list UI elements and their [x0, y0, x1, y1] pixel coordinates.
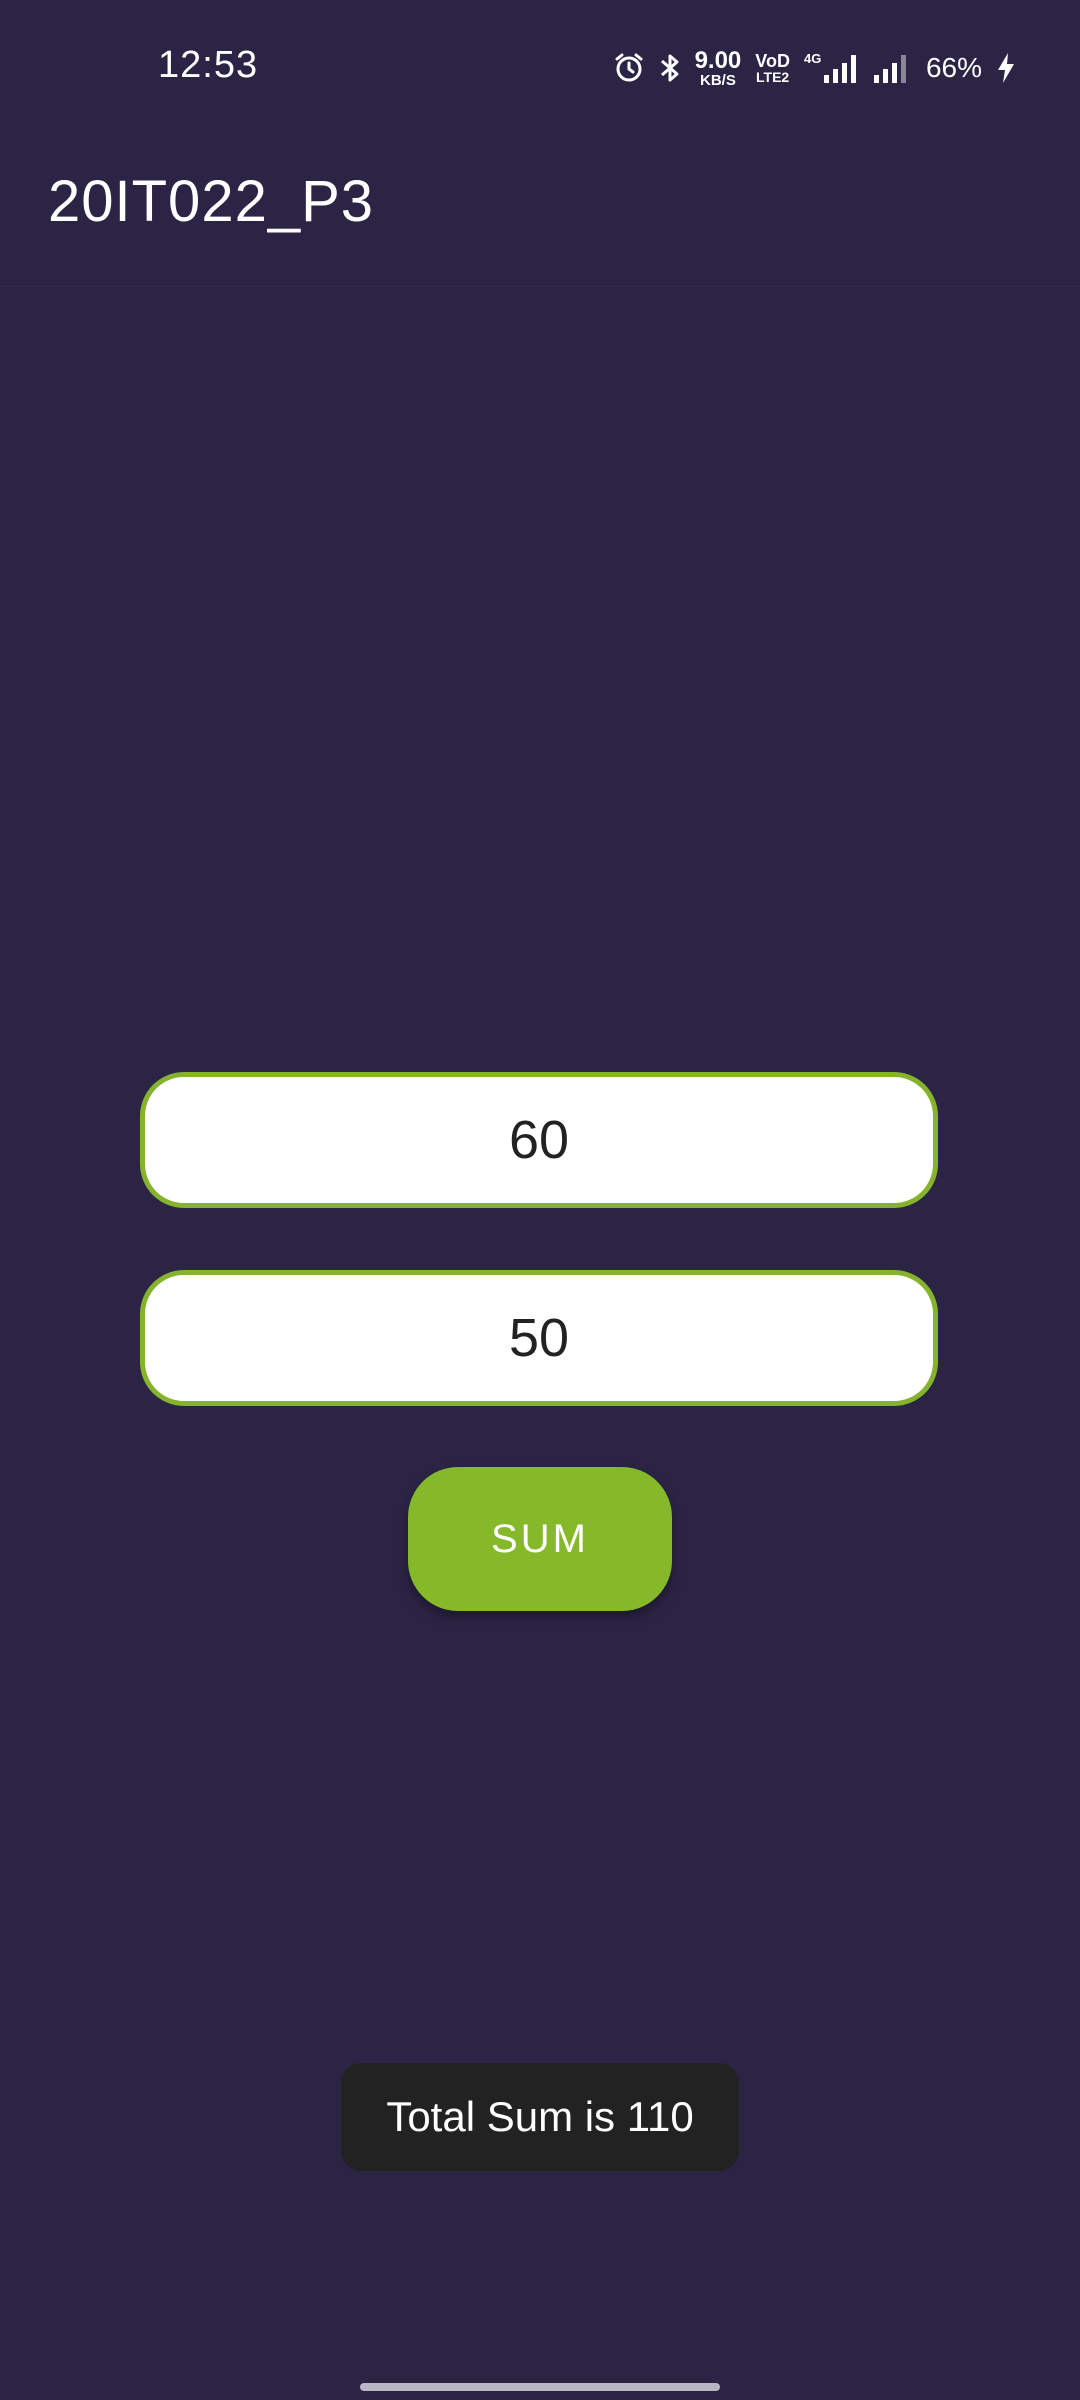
sum-button[interactable]: SUM	[408, 1467, 672, 1611]
battery-charging-icon	[996, 52, 1016, 84]
first-number-field[interactable]	[140, 1072, 938, 1208]
4g-signal-icon: 4G	[804, 51, 858, 85]
status-bar: 12:53 9.00 KB/S VoD LTE2 4G 66%	[0, 0, 1080, 140]
status-icons: 9.00 KB/S VoD LTE2 4G 66%	[613, 46, 1016, 90]
status-time: 12:53	[158, 44, 259, 86]
alarm-icon	[613, 52, 645, 84]
network-speed: 9.00 KB/S	[694, 46, 742, 89]
navigation-handle[interactable]	[360, 2383, 720, 2391]
network-type-label: 4G	[804, 51, 821, 66]
toast-message: Total Sum is 110	[341, 2063, 739, 2171]
app-bar: 20IT022_P3	[0, 140, 1080, 287]
bluetooth-icon	[659, 52, 681, 84]
second-number-field[interactable]	[140, 1270, 938, 1406]
app-title: 20IT022_P3	[48, 169, 375, 234]
signal-icon	[872, 51, 912, 85]
battery-level: 66%	[925, 52, 982, 83]
first-number-input[interactable]	[145, 1108, 933, 1172]
second-number-input[interactable]	[145, 1306, 933, 1370]
volte-icon: VoD LTE2	[755, 51, 790, 85]
